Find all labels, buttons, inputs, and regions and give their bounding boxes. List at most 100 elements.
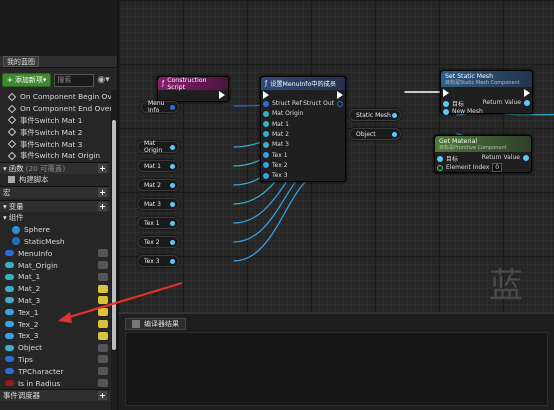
event-icon <box>7 92 17 102</box>
search-input[interactable]: 搜索 <box>54 73 95 87</box>
variable-item[interactable]: Object <box>0 342 110 354</box>
exec-out-pin[interactable] <box>524 89 530 97</box>
get-material-node[interactable]: Get Material 目标是Primitive Component 目标 R… <box>434 135 532 173</box>
visibility-eye-icon[interactable] <box>98 261 108 270</box>
set-input-pin[interactable]: Mat 2 <box>263 131 289 138</box>
section-functions[interactable]: ▾ 函数 (20 可覆盖) + <box>0 162 110 174</box>
variable-type-icon <box>5 262 14 269</box>
mat-2-getter[interactable]: Mat 2 <box>137 179 179 191</box>
event-item[interactable]: 事件Switch Mat 1 <box>0 115 110 127</box>
variable-item[interactable]: Tex_2 <box>0 318 110 330</box>
set-input-pin[interactable]: Mat 1 <box>263 121 289 128</box>
construct-script-item[interactable]: 构建脚本 <box>0 174 110 186</box>
exec-out-pin[interactable] <box>219 91 225 99</box>
set-input-pin[interactable]: Mat Origin <box>263 110 303 117</box>
menu-info-getter[interactable]: Menu Info <box>141 100 179 114</box>
tab-my-blueprint[interactable]: 我的蓝图 <box>0 56 117 68</box>
tex-3-getter[interactable]: Tex 3 <box>137 255 179 267</box>
visibility-eye-icon[interactable] <box>98 284 108 293</box>
scrollbar-thumb[interactable] <box>112 120 116 350</box>
set-static-mesh-node[interactable]: Set Static Mesh 目标是Static Mesh Component… <box>440 70 533 115</box>
tex-1-getter[interactable]: Tex 1 <box>137 217 179 229</box>
return-value-pin[interactable]: Return Value <box>483 99 530 106</box>
visibility-eye-icon[interactable] <box>98 272 108 281</box>
variable-type-icon <box>5 309 14 316</box>
visibility-eye-icon[interactable] <box>98 296 108 305</box>
variable-item[interactable]: TPCharacter <box>0 365 110 377</box>
visibility-eye-icon[interactable] <box>98 367 108 376</box>
add-function-button[interactable]: + <box>98 164 107 173</box>
section-components[interactable]: ▾ 组件 <box>0 211 110 224</box>
mat-1-getter[interactable]: Mat 1 <box>137 160 179 172</box>
static-mesh-getter[interactable]: Static Mesh <box>349 109 401 121</box>
variable-item[interactable]: Mat_3 <box>0 295 110 307</box>
construction-script-node[interactable]: ƒ Construction Script <box>157 76 229 102</box>
variable-item[interactable]: Mat_1 <box>0 271 110 283</box>
getter-label: Mat 2 <box>144 181 161 189</box>
element-index-value[interactable]: 0 <box>492 163 503 172</box>
variable-item[interactable]: MenuInfo <box>0 247 110 259</box>
section-macros[interactable]: 宏 + <box>0 185 110 198</box>
tab-compiler-results[interactable]: 编译器结果 <box>125 318 186 330</box>
variable-item[interactable]: Tex_1 <box>0 306 110 318</box>
new-mesh-pin[interactable]: New Mesh <box>443 108 483 115</box>
set-input-pin[interactable]: Tex 3 <box>263 172 288 179</box>
exec-in-pin[interactable] <box>443 89 449 97</box>
component-item[interactable]: Sphere <box>0 224 110 236</box>
variable-item[interactable]: Mat_Origin <box>0 259 110 271</box>
visibility-eye-icon[interactable] <box>98 331 108 340</box>
set-input-pin[interactable]: Tex 2 <box>263 162 288 169</box>
collapse-icon: ▾ <box>3 201 7 211</box>
event-item[interactable]: 事件Switch Mat 2 <box>0 126 110 138</box>
add-dispatcher-button[interactable]: + <box>98 390 107 400</box>
node-header: ƒ Construction Script <box>158 77 228 91</box>
event-item[interactable]: On Component Begin Ov <box>0 91 112 103</box>
event-item[interactable]: 事件Switch Mat Origin <box>0 150 110 162</box>
variable-item[interactable]: Tips <box>0 354 110 366</box>
set-input-pin[interactable]: Tex 1 <box>263 152 288 159</box>
visibility-eye-icon[interactable] <box>98 249 108 258</box>
view-options-icon[interactable]: ◉▾ <box>97 74 117 87</box>
variable-item[interactable]: Tex_3 <box>0 330 110 342</box>
variable-label: Mat_1 <box>18 272 41 282</box>
set-members-node[interactable]: ƒ 设置MenuInfo中的成员 Struct Ref Mat Origin Mat… <box>260 76 346 182</box>
exec-out-pin[interactable] <box>337 91 343 99</box>
target-pin[interactable]: 目标 <box>437 154 458 163</box>
event-item[interactable]: 事件Switch Mat 3 <box>0 138 110 150</box>
visibility-eye-icon[interactable] <box>98 308 108 317</box>
event-item[interactable]: On Component End Over <box>0 103 112 115</box>
event-graph-canvas[interactable]: ƒ Construction Script ƒ 设置MenuInfo中的成员 S… <box>119 0 554 320</box>
exec-in-pin[interactable] <box>263 91 269 99</box>
tex-2-getter[interactable]: Tex 2 <box>137 236 179 248</box>
section-event-dispatchers[interactable]: 事件调度器 + <box>0 388 110 401</box>
add-macro-button[interactable]: + <box>98 187 107 197</box>
blueprint-editor: 我的蓝图 + 添加新项 ▾ 搜索 ◉▾ On Component Begin O… <box>0 0 554 410</box>
target-pin[interactable]: 目标 <box>443 99 464 108</box>
set-input-pin[interactable]: Mat 3 <box>263 141 289 148</box>
visibility-eye-icon[interactable] <box>98 320 108 329</box>
visibility-eye-icon[interactable] <box>98 343 108 352</box>
visibility-eye-icon[interactable] <box>98 379 108 388</box>
mat-3-getter[interactable]: Mat 3 <box>137 198 179 210</box>
variable-item[interactable]: Mat_2 <box>0 283 110 295</box>
object-getter[interactable]: Object <box>349 128 401 140</box>
getter-label: Tex 1 <box>144 219 160 227</box>
sections: ▾ 函数 (20 可覆盖) + 构建脚本 宏 + ▾ 变量 + ▾ 组件 Sphere <box>0 162 110 401</box>
variable-type-icon <box>5 332 14 339</box>
return-value-pin[interactable]: Return Value <box>482 154 529 161</box>
pin-label: Return Value <box>481 154 520 161</box>
getter-label: Tex 2 <box>144 238 160 246</box>
variable-item[interactable]: Is in Radius <box>0 377 110 389</box>
blueprint-watermark: 蓝图 <box>489 266 525 320</box>
add-variable-button[interactable]: + <box>98 201 107 211</box>
compiler-icon <box>132 320 140 328</box>
element-index-pin[interactable]: Element Index 0 <box>437 163 503 172</box>
set-input-pin[interactable]: Struct Ref <box>263 100 302 107</box>
add-new-button[interactable]: + 添加新项 ▾ <box>2 73 52 87</box>
visibility-eye-icon[interactable] <box>98 355 108 364</box>
left-scrollbar[interactable] <box>111 90 117 410</box>
section-variables[interactable]: ▾ 变量 + <box>0 199 110 212</box>
component-item[interactable]: StaticMesh <box>0 236 110 248</box>
mat-origin-getter[interactable]: Mat Origin <box>137 140 179 154</box>
struct-out-pin[interactable]: Struct Out <box>303 100 343 107</box>
